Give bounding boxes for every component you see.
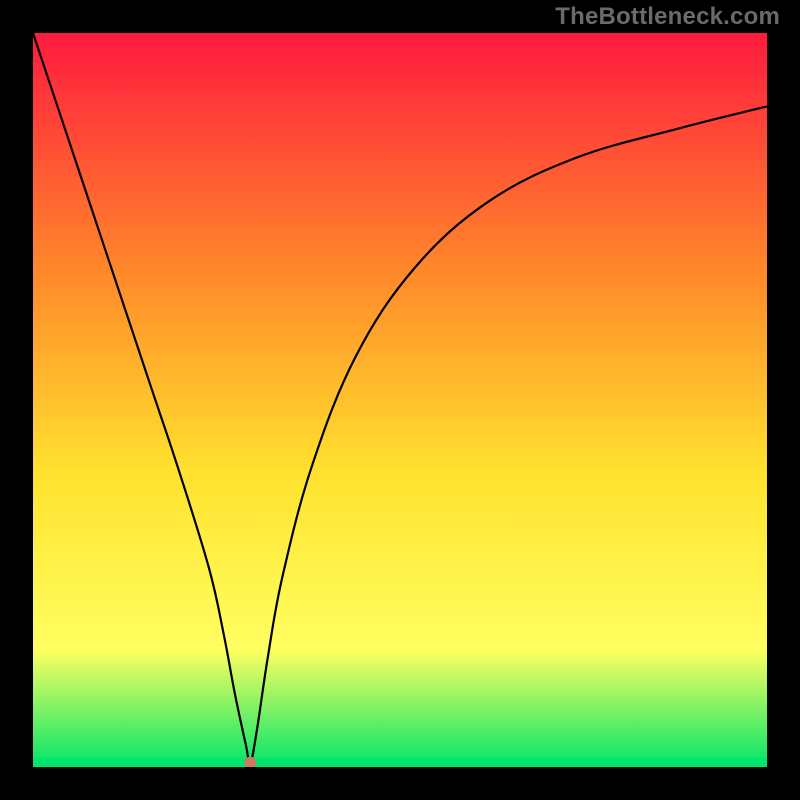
watermark-text: TheBottleneck.com [555, 3, 780, 31]
chart-container: TheBottleneck.com [0, 0, 800, 800]
gradient-background [33, 33, 767, 767]
good-band [33, 758, 767, 767]
plot-area [33, 33, 767, 767]
chart-svg [33, 33, 767, 767]
